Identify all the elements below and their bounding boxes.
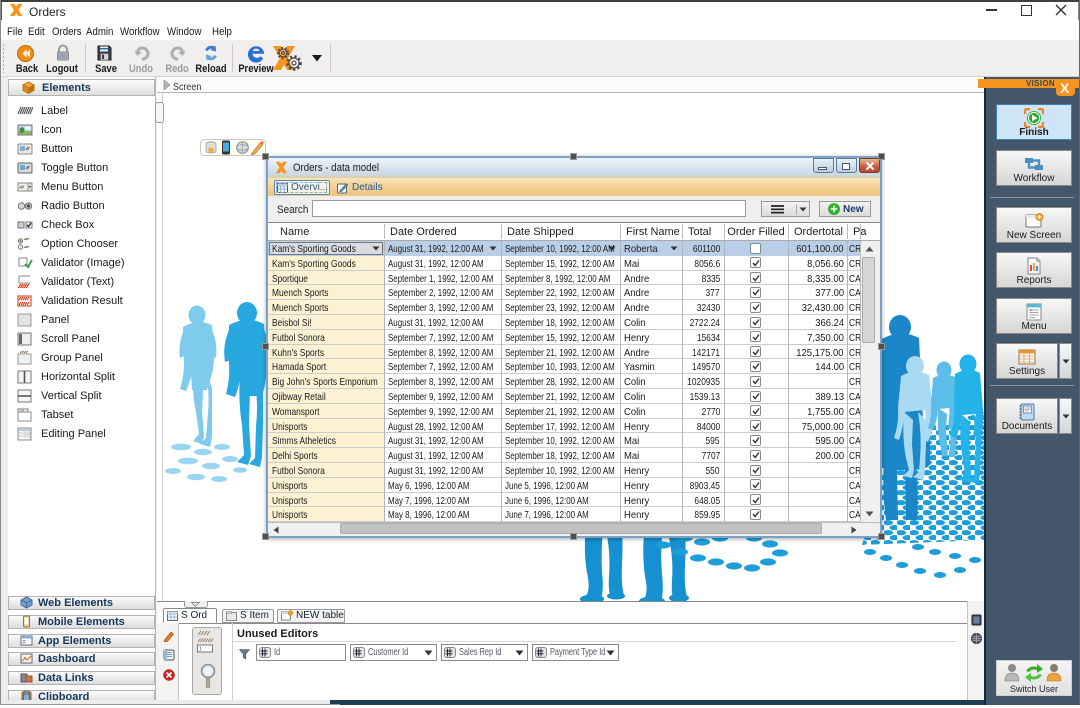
svg-text:1: 1: [199, 647, 202, 653]
